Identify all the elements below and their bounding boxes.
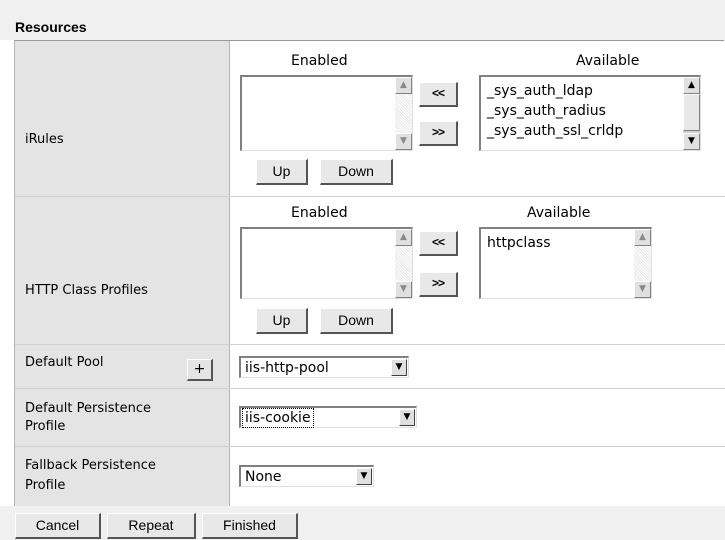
fallback-persistence-value: None <box>245 469 282 485</box>
section-header: Resources <box>0 0 725 40</box>
chevron-down-icon[interactable]: ▼ <box>391 359 407 376</box>
list-item[interactable]: _sys_auth_ldap <box>487 81 593 101</box>
fallback-persistence-label-line2: Profile <box>25 478 66 493</box>
scroll-up-icon[interactable]: ▲ <box>634 229 651 246</box>
irules-available-header: Available <box>576 53 640 69</box>
irules-available-scrollbar[interactable]: ▲ ▼ <box>683 77 700 150</box>
scroll-down-icon[interactable]: ▼ <box>683 133 700 150</box>
irules-enabled-header: Enabled <box>291 53 348 69</box>
irules-move-left-button[interactable]: << <box>419 82 458 107</box>
list-item[interactable]: httpclass <box>487 233 551 253</box>
irules-available-list[interactable]: _sys_auth_ldap _sys_auth_radius _sys_aut… <box>479 75 701 151</box>
scroll-down-icon[interactable]: ▼ <box>634 281 651 298</box>
http-class-up-button[interactable]: Up <box>256 308 308 334</box>
finished-button[interactable]: Finished <box>202 513 298 539</box>
section-title: Resources <box>15 19 87 35</box>
http-class-enabled-header: Enabled <box>291 205 348 221</box>
http-class-move-left-button[interactable]: << <box>419 231 458 256</box>
default-persistence-select[interactable]: iis-cookie ▼ <box>239 406 417 428</box>
http-class-available-list[interactable]: httpclass ▲ ▼ <box>479 227 652 299</box>
scroll-up-icon[interactable]: ▲ <box>395 77 412 94</box>
fallback-persistence-select[interactable]: None ▼ <box>239 465 374 487</box>
scroll-up-icon[interactable]: ▲ <box>395 229 412 246</box>
http-class-enabled-list[interactable]: ▲ ▼ <box>240 227 413 299</box>
http-class-available-scrollbar[interactable]: ▲ ▼ <box>634 229 651 298</box>
http-class-enabled-scrollbar[interactable]: ▲ ▼ <box>395 229 412 298</box>
default-pool-select[interactable]: iis-http-pool ▼ <box>239 356 409 378</box>
scroll-thumb[interactable] <box>683 94 700 131</box>
default-pool-label: Default Pool <box>25 355 104 370</box>
default-pool-value: iis-http-pool <box>245 360 329 376</box>
scroll-down-icon[interactable]: ▼ <box>395 133 412 150</box>
http-class-available-header: Available <box>527 205 591 221</box>
chevron-down-icon[interactable]: ▼ <box>356 468 372 485</box>
scroll-down-icon[interactable]: ▼ <box>395 281 412 298</box>
default-persistence-value: iis-cookie <box>242 408 314 428</box>
default-persistence-label-line1: Default Persistence <box>25 401 151 416</box>
irules-enabled-list[interactable]: ▲ ▼ <box>240 75 413 151</box>
irules-move-right-button[interactable]: >> <box>419 121 458 146</box>
chevron-down-icon[interactable]: ▼ <box>399 409 415 426</box>
list-item[interactable]: _sys_auth_radius <box>487 101 606 121</box>
add-pool-button[interactable]: + <box>187 359 213 381</box>
list-item[interactable]: _sys_auth_ssl_crldp <box>487 121 623 141</box>
http-class-profiles-label: HTTP Class Profiles <box>25 283 148 298</box>
fallback-persistence-label-line1: Fallback Persistence <box>25 458 156 473</box>
http-class-move-right-button[interactable]: >> <box>419 272 458 297</box>
scroll-up-icon[interactable]: ▲ <box>683 77 700 94</box>
irules-enabled-scrollbar[interactable]: ▲ ▼ <box>395 77 412 150</box>
default-persistence-label-line2: Profile <box>25 419 66 434</box>
irules-label: iRules <box>25 132 64 147</box>
repeat-button[interactable]: Repeat <box>107 513 196 539</box>
irules-down-button[interactable]: Down <box>320 159 393 185</box>
cancel-button[interactable]: Cancel <box>15 513 101 539</box>
http-class-down-button[interactable]: Down <box>320 308 393 334</box>
irules-up-button[interactable]: Up <box>256 159 308 185</box>
